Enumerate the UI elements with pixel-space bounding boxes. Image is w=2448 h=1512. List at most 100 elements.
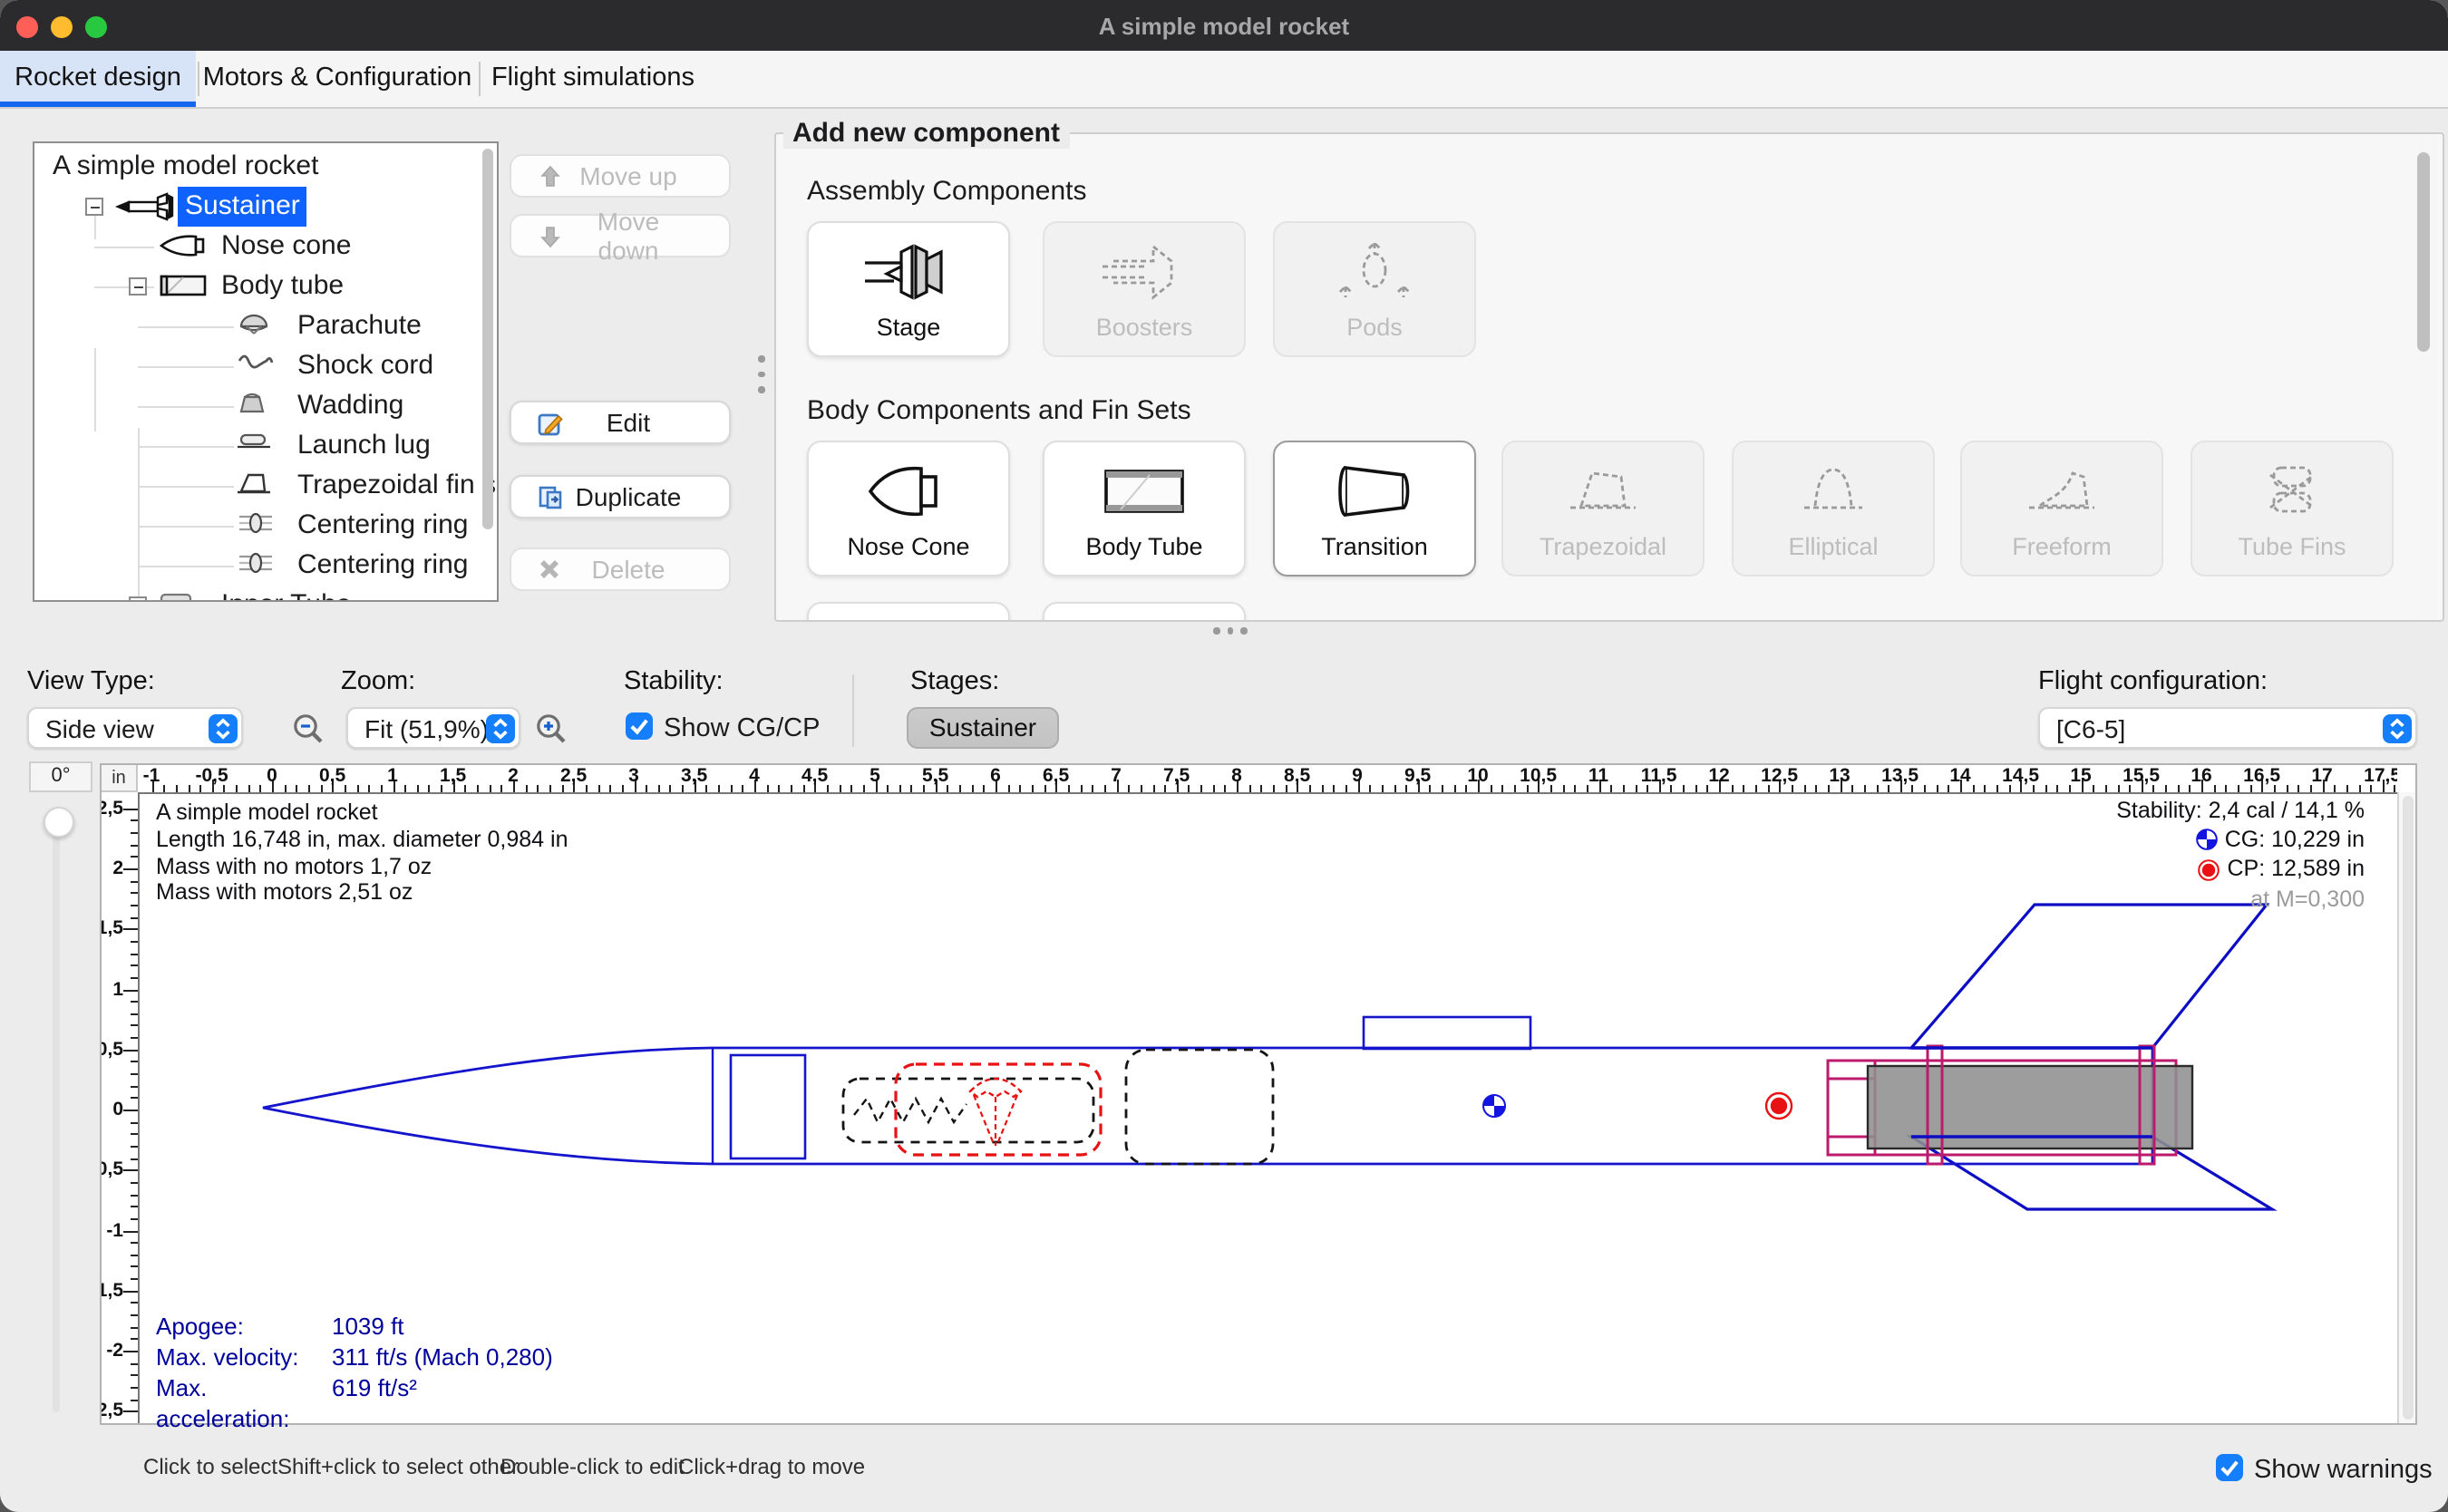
section-label: Body Components and Fin Sets: [807, 395, 1191, 426]
rocket-figure-panel[interactable]: in -1-0,500,511,522,533,544,555,566,577,…: [100, 763, 2417, 1425]
zoom-out-button[interactable]: [290, 711, 326, 747]
tab-rocket-design[interactable]: Rocket design: [0, 51, 196, 107]
add-card-pods: Pods: [1273, 221, 1476, 357]
component-tree[interactable]: A simple model rocketSustainerNose coneB…: [33, 141, 499, 602]
flight-configuration-select[interactable]: [C6-5]: [2038, 707, 2417, 749]
tree-item-trapezoidal-fin-set[interactable]: Trapezoidal fin set: [34, 466, 499, 506]
tubefins-icon: [2192, 457, 2392, 526]
parachute-icon: [238, 312, 270, 337]
shockcord-icon: [238, 352, 274, 373]
cp-value: CP: 12,589 in: [2228, 855, 2365, 884]
section-label: Assembly Components: [807, 176, 1086, 207]
zoom-in-button[interactable]: [533, 711, 569, 747]
show-cgcp-label: Show CG/CP: [664, 714, 820, 743]
centeringring-icon: [238, 551, 274, 575]
flight-stats: Apogee:1039 ftMax. velocity:311 ft/s (Ma…: [156, 1311, 553, 1434]
show-warnings-checkbox[interactable]: [2216, 1454, 2243, 1481]
tab-motors-configuration[interactable]: Motors & Configuration: [198, 51, 477, 107]
add-card-nose-cone[interactable]: Nose Cone: [807, 441, 1010, 577]
add-card-freeform: Freeform: [1960, 441, 2163, 577]
tree-expand-toggle[interactable]: [85, 198, 103, 216]
zoom-label: Zoom:: [341, 667, 415, 696]
figure-scrollbar[interactable]: [2397, 792, 2415, 1423]
trapezoidal-icon: [1503, 457, 1703, 526]
move-up-button[interactable]: Move up: [510, 154, 731, 198]
stability-info: Stability: 2,4 cal / 14,1 % CG: 10,229 i…: [2116, 796, 2365, 914]
wadding-icon: [238, 392, 267, 415]
tree-item-parachute[interactable]: Parachute: [34, 306, 422, 346]
horizontal-ruler: -1-0,500,511,522,533,544,555,566,577,588…: [138, 765, 2397, 794]
ruler-unit-box: in: [102, 765, 138, 792]
main-tabbar: Rocket design Motors & Configuration Fli…: [0, 51, 2448, 109]
tab-flight-simulations[interactable]: Flight simulations: [479, 51, 707, 107]
edit-icon: [537, 409, 564, 436]
splitter-handle-horizontal[interactable]: [1213, 627, 1247, 635]
tree-expand-toggle[interactable]: [129, 277, 147, 296]
move-down-button[interactable]: Move down: [510, 214, 731, 257]
zoom-select[interactable]: Fit (51,9%): [346, 707, 520, 749]
rotation-angle-field[interactable]: 0°: [29, 761, 92, 792]
view-type-label: View Type:: [27, 667, 155, 696]
duplicate-button[interactable]: Duplicate: [510, 475, 731, 519]
tree-root[interactable]: A simple model rocket: [53, 147, 318, 187]
rotation-slider[interactable]: [53, 807, 60, 1412]
tree-item-sustainer[interactable]: Sustainer: [34, 187, 307, 227]
nosecone-icon: [158, 232, 209, 259]
show-warnings-label: Show warnings: [2254, 1456, 2433, 1485]
tree-expand-toggle[interactable]: [129, 596, 147, 602]
stage-toggle-sustainer[interactable]: Sustainer: [907, 707, 1059, 749]
duplicate-icon: [537, 483, 564, 510]
status-hint: Double-click to edit: [500, 1454, 685, 1479]
innertube-icon: [158, 591, 194, 602]
view-type-select[interactable]: Side view: [27, 707, 243, 749]
rotation-slider-knob[interactable]: [43, 807, 73, 838]
add-card-body-tube[interactable]: Body Tube: [1043, 441, 1246, 577]
add-card-boosters: Boosters: [1043, 221, 1246, 357]
bodytube-icon: [158, 272, 209, 299]
tree-scrollbar[interactable]: [482, 149, 493, 529]
edit-button[interactable]: Edit: [510, 401, 731, 444]
chevron-updown-icon: [485, 713, 514, 742]
window-title: A simple model rocket: [0, 13, 2448, 40]
add-panel-scrollbar[interactable]: [2419, 136, 2437, 618]
show-cgcp-checkbox[interactable]: [626, 712, 653, 740]
rocket-info-line: Mass with motors 2,51 oz: [156, 880, 568, 907]
add-card-transition[interactable]: Transition: [1273, 441, 1476, 577]
stage-icon: [809, 237, 1008, 306]
flight-configuration-label: Flight configuration:: [2038, 667, 2268, 696]
add-card-elliptical: Elliptical: [1732, 441, 1935, 577]
rocket-info-line: Mass with no motors 1,7 oz: [156, 853, 568, 880]
tree-item-shock-cord[interactable]: Shock cord: [34, 346, 433, 386]
flight-stat-row: Max. velocity:311 ft/s (Mach 0,280): [156, 1342, 553, 1372]
mach-note: at M=0,300: [2116, 884, 2365, 913]
cg-icon: [2196, 829, 2218, 851]
tree-item-body-tube[interactable]: Body tube: [34, 267, 344, 306]
window-titlebar[interactable]: A simple model rocket: [0, 0, 2448, 51]
transition-icon: [1275, 457, 1474, 526]
add-card-stage[interactable]: Stage: [807, 221, 1010, 357]
cg-value: CG: 10,229 in: [2225, 825, 2365, 854]
add-card-trapezoidal: Trapezoidal: [1501, 441, 1705, 577]
nosecone-lg-icon: [809, 457, 1008, 526]
rocket-info-line: Length 16,748 in, max. diameter 0,984 in: [156, 827, 568, 854]
flight-stat-row: Max. acceleration:619 ft/s²: [156, 1372, 553, 1434]
splitter-handle-vertical[interactable]: [758, 355, 765, 402]
tree-item-wadding[interactable]: Wadding: [34, 386, 403, 426]
add-component-title: Add new component: [783, 118, 1069, 149]
delete-button[interactable]: Delete: [510, 548, 731, 591]
finset-icon: [238, 471, 270, 495]
add-card-partial[interactable]: [807, 602, 1010, 622]
cp-marker: [1766, 1093, 1792, 1119]
rocket-info-line: A simple model rocket: [156, 800, 568, 827]
flight-stat-row: Apogee:1039 ft: [156, 1311, 553, 1342]
tree-item-launch-lug[interactable]: Launch lug: [34, 426, 431, 466]
boosters-icon: [1044, 237, 1244, 306]
tree-item-centering-ring[interactable]: Centering ring: [34, 546, 468, 586]
tree-item-inner-tube[interactable]: Inner Tube: [34, 586, 351, 602]
add-card-partial[interactable]: [1043, 602, 1246, 622]
cp-icon: [2199, 858, 2220, 880]
bodytube-lg-icon: [1044, 457, 1244, 526]
pods-icon: [1275, 237, 1474, 306]
tree-item-centering-ring[interactable]: Centering ring: [34, 506, 468, 546]
tree-item-nose-cone[interactable]: Nose cone: [34, 227, 351, 267]
